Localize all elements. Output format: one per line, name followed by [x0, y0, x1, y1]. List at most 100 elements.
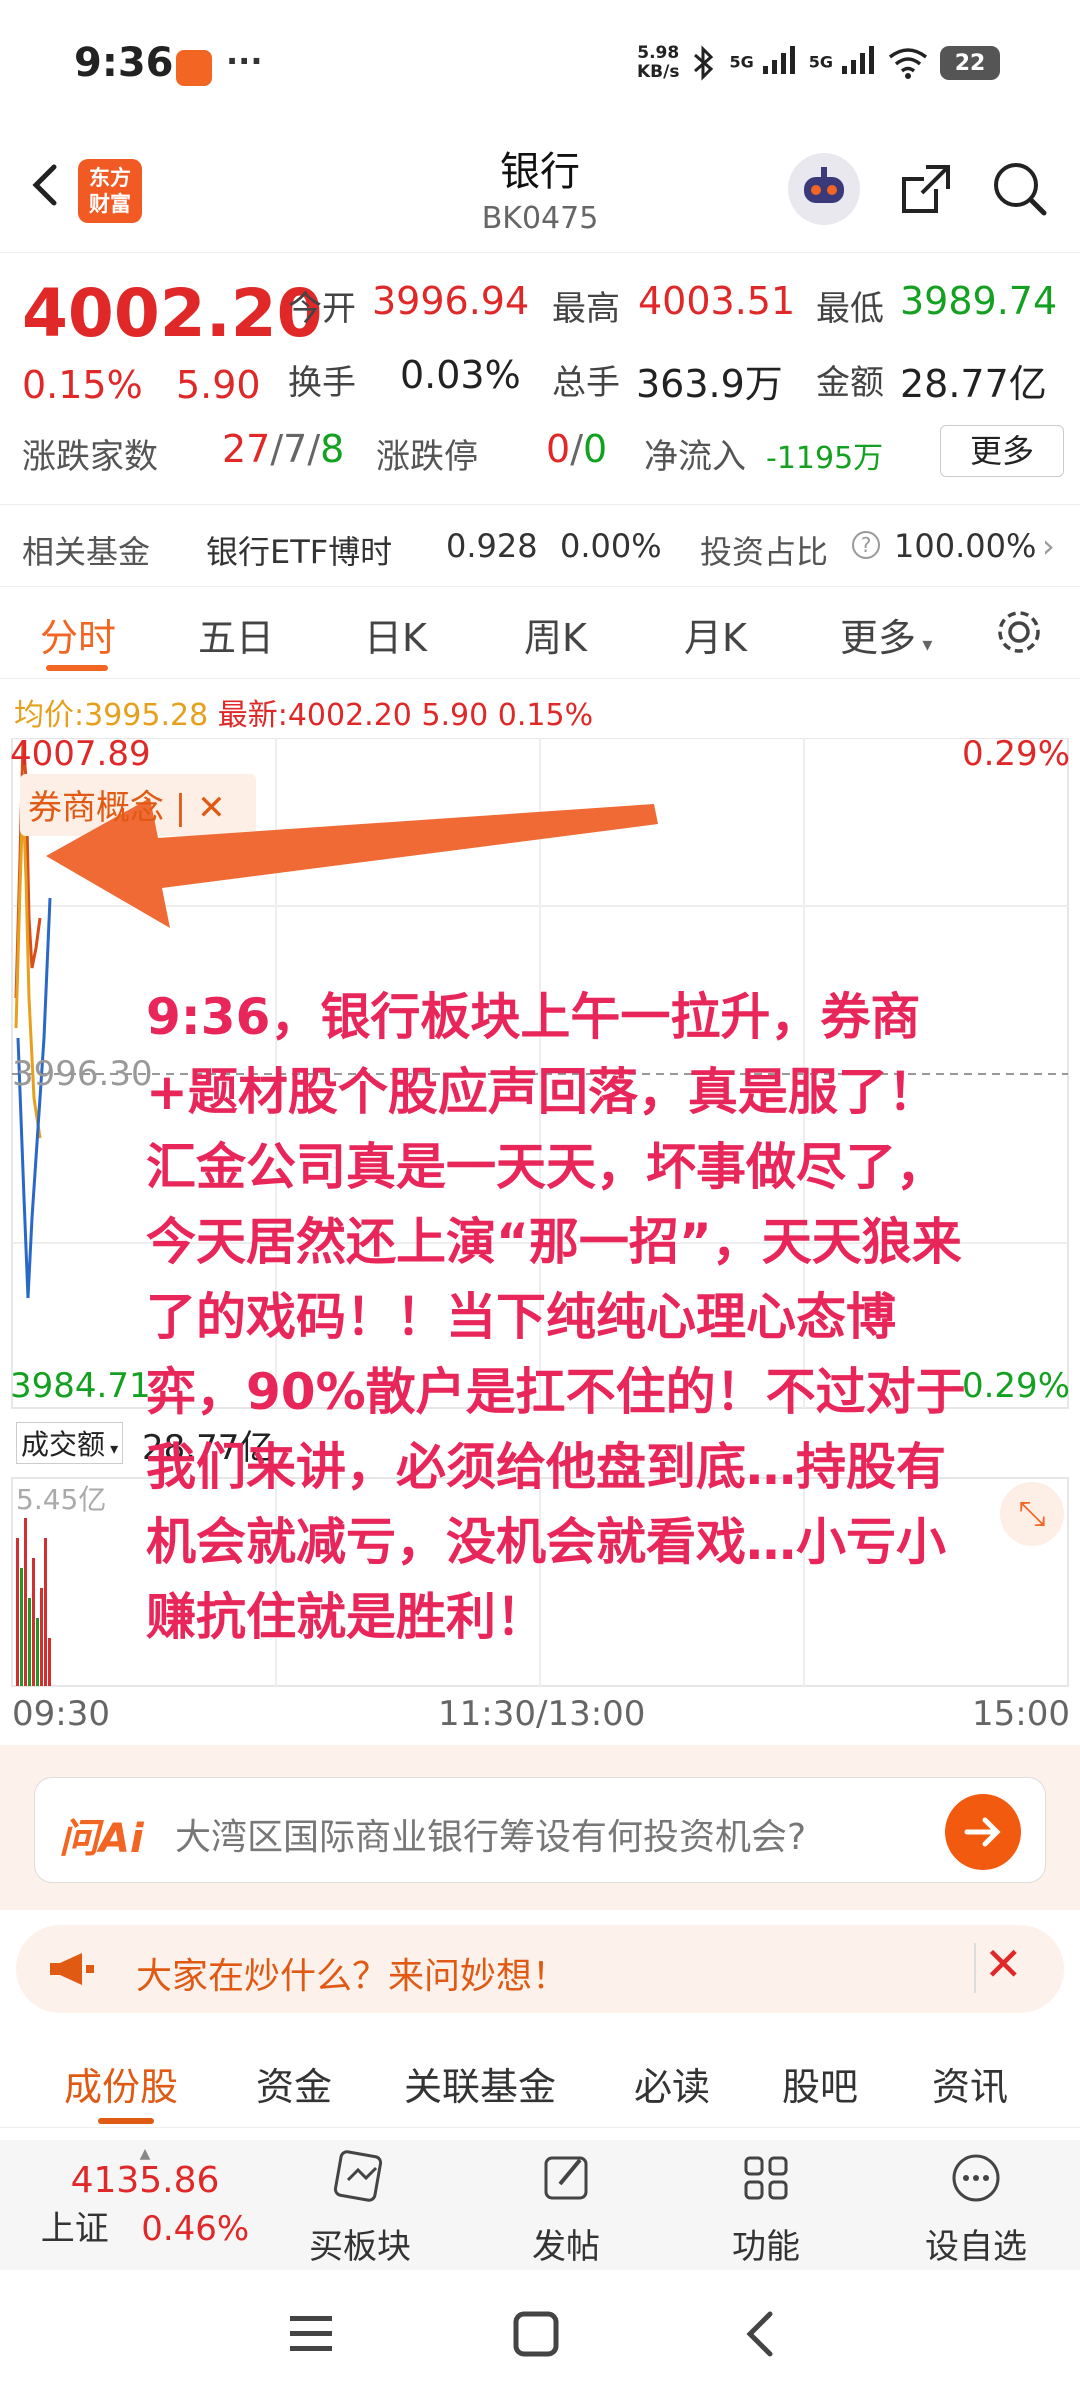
open-label: 今开 — [288, 289, 356, 329]
tab-monthly-k[interactable]: 月K — [684, 607, 747, 662]
volume-value: 363.9万 — [636, 362, 783, 406]
fund-ratio: 100.00% — [894, 527, 1037, 565]
bluetooth-icon — [694, 45, 714, 81]
breadth-label: 涨跌家数 — [22, 437, 158, 477]
open-value: 3996.94 — [372, 279, 530, 323]
ask-submit-button[interactable] — [945, 1794, 1021, 1870]
more-dots-icon — [952, 2154, 1000, 2202]
breadth-values: 27/7/8 — [222, 427, 345, 471]
buy-board-button[interactable]: 买板块 — [300, 2146, 420, 2268]
tab-five-day[interactable]: 五日 — [198, 607, 274, 662]
more-notifications-icon: ··· — [226, 42, 263, 80]
fund-name: 银行ETF博时 — [206, 533, 393, 571]
tab-news[interactable]: 资讯 — [932, 2056, 1008, 2111]
tab-daily-k[interactable]: 日K — [364, 607, 427, 662]
fund-price: 0.928 — [446, 527, 538, 565]
volume-bars — [16, 1518, 51, 1686]
grid-icon — [744, 2156, 788, 2200]
turnover-label: 换手 — [288, 363, 356, 403]
last-price: 4002.20 — [22, 275, 323, 352]
tab-more[interactable]: 更多 ▾ — [840, 607, 932, 662]
ai-prompt: 大湾区国际商业银行筹设有何投资机会? — [175, 1817, 807, 1858]
volume-max-label: 5.45亿 — [16, 1483, 107, 1516]
x-label-close: 15:00 — [972, 1694, 1070, 1734]
high-label: 最高 — [552, 289, 620, 329]
high-value: 4003.51 — [638, 279, 796, 323]
content-tabs: 成份股 资金 关联基金 必读 股吧 资讯 — [0, 2030, 1080, 2128]
pct-top-label: 0.29% — [961, 734, 1070, 774]
ai-logo: 问Ai — [59, 1816, 144, 1862]
amount-label: 金额 — [816, 363, 884, 403]
close-icon[interactable]: ✕ — [984, 1937, 1023, 1991]
settings-gear-icon[interactable] — [992, 605, 1046, 659]
amount-value: 28.77亿 — [900, 362, 1047, 406]
fund-pct: 0.00% — [560, 527, 662, 565]
share-icon[interactable] — [896, 159, 956, 219]
status-time: 9:36 — [74, 40, 174, 86]
limit-label: 涨跌停 — [376, 437, 478, 477]
ai-assistant-icon[interactable] — [788, 153, 860, 225]
concept-tag[interactable]: 券商概念 | ✕ — [28, 780, 226, 829]
post-button[interactable]: 发帖 — [506, 2146, 626, 2268]
tab-intraday[interactable]: 分时 — [40, 607, 116, 662]
help-icon[interactable]: ? — [852, 531, 880, 559]
fund-ratio-label: 投资占比 — [700, 533, 829, 571]
ai-ask-input[interactable]: 问Ai 大湾区国际商业银行筹设有何投资机会? — [34, 1777, 1046, 1883]
tab-forum[interactable]: 股吧 — [782, 2056, 858, 2111]
fullscreen-icon[interactable]: ⤡ — [1000, 1482, 1064, 1546]
x-label-open: 09:30 — [12, 1694, 110, 1734]
close-icon: ✕ — [197, 788, 226, 828]
tab-must-read[interactable]: 必读 — [634, 2056, 710, 2111]
add-watchlist-button[interactable]: 设自选 — [906, 2146, 1046, 2268]
quote-panel: 4002.20 0.15% 5.90 今开 3996.94 最高 4003.51… — [0, 253, 1080, 505]
status-bar: 9:36 ··· 5.98 KB/s 5G 5G 22 — [0, 0, 1080, 135]
chevron-right-icon: › — [1042, 527, 1055, 565]
chart-tabs: 分时 五日 日K 周K 月K 更多 ▾ — [0, 587, 1080, 679]
megaphone-icon — [50, 1953, 94, 1985]
system-nav-bar — [0, 2270, 1080, 2400]
y-mid-label: 3996.30 — [12, 1054, 153, 1094]
search-icon[interactable] — [990, 159, 1050, 219]
caret-up-icon: ▲ — [139, 2146, 151, 2162]
buy-board-icon — [333, 2150, 383, 2202]
low-value: 3989.74 — [900, 279, 1058, 323]
index-ticker[interactable]: ▲ 4135.86 上证 0.46% — [30, 2146, 260, 2250]
related-fund-row[interactable]: 相关基金 银行ETF博时 0.928 0.00% 投资占比 ? 100.00% … — [0, 505, 1080, 587]
tab-weekly-k[interactable]: 周K — [524, 607, 587, 662]
more-quote-button[interactable]: 更多 — [940, 425, 1064, 477]
notice-text: 大家在炒什么？来问妙想！ — [136, 1956, 569, 1997]
app-notification-icon — [176, 50, 212, 86]
tab-funds[interactable]: 资金 — [256, 2056, 332, 2111]
low-label: 最低 — [816, 289, 884, 329]
annotation-text: 9:36，银行板块上午一拉升，券商+题材股个股应声回落，真是服了！汇金公司真是一… — [146, 988, 966, 1646]
edit-icon — [544, 2156, 588, 2200]
bottom-toolbar: ▲ 4135.86 上证 0.46% 买板块 发帖 功能 设自选 — [0, 2140, 1080, 2270]
netflow-label: 净流入 — [644, 437, 746, 477]
divider — [974, 1943, 976, 1993]
y-top-label: 4007.89 — [10, 734, 151, 774]
price-summary-line: 均价:3995.28 最新:4002.20 5.90 0.15% — [14, 698, 594, 733]
limit-values: 0/0 — [546, 427, 608, 471]
x-label-mid: 11:30/13:00 — [438, 1694, 646, 1734]
battery-icon: 22 — [940, 46, 1000, 80]
functions-button[interactable]: 功能 — [706, 2146, 826, 2268]
fund-label: 相关基金 — [22, 533, 151, 571]
y-bottom-label: 3984.71 — [10, 1366, 151, 1406]
netflow-value: -1195万 — [766, 441, 884, 476]
active-tab-indicator — [46, 665, 108, 671]
back-icon[interactable] — [740, 2310, 780, 2358]
menu-icon[interactable] — [288, 2312, 334, 2356]
volume-selector[interactable]: 成交额 ▾ — [16, 1422, 124, 1464]
signal-5g-icon: 5G — [729, 44, 796, 82]
active-tab-indicator — [98, 2118, 154, 2124]
status-right: 5.98 KB/s 5G 5G 22 — [637, 44, 1000, 82]
arrow-right-icon — [964, 1817, 1001, 1847]
tab-constituents[interactable]: 成份股 — [64, 2056, 178, 2111]
ai-ask-section: 问Ai 大湾区国际商业银行筹设有何投资机会? — [0, 1745, 1080, 1910]
home-icon[interactable] — [512, 2310, 560, 2358]
app-header: 东方 财富 银行 BK0475 — [0, 135, 1080, 253]
tab-related-funds[interactable]: 关联基金 — [404, 2056, 556, 2111]
wifi-icon — [888, 48, 928, 79]
notice-banner[interactable]: 大家在炒什么？来问妙想！ ✕ — [16, 1925, 1064, 2013]
price-change-pct: 0.15% — [22, 363, 143, 407]
